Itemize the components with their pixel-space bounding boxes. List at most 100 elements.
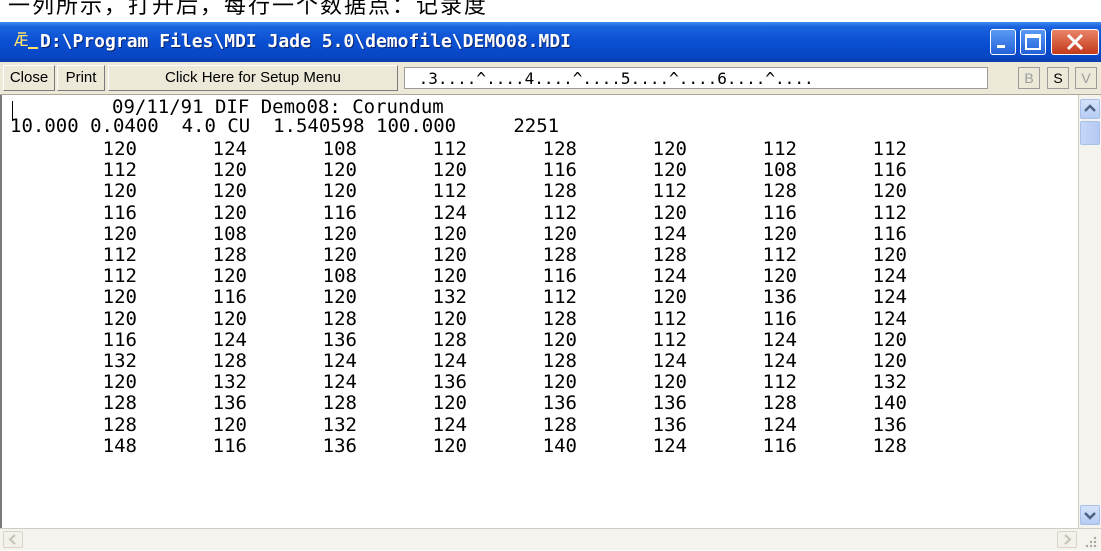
data-cell: 120 — [102, 286, 137, 309]
data-cell: 124 — [212, 138, 247, 160]
data-row: 112 128 120 120 128 128 112 120 — [2, 245, 1002, 266]
data-cell: 120 — [212, 201, 247, 224]
data-cell: 120 — [322, 222, 357, 245]
data-cell: 112 — [762, 138, 797, 160]
data-cell: 112 — [102, 265, 137, 288]
data-cell: 120 — [102, 307, 137, 330]
data-cell: 112 — [542, 201, 577, 224]
scroll-right-arrow-icon — [1064, 534, 1072, 545]
data-cell: 120 — [212, 307, 247, 330]
minimize-button[interactable] — [990, 29, 1016, 55]
data-cell: 116 — [542, 265, 577, 288]
scroll-left-button[interactable] — [3, 531, 23, 548]
data-cell: 112 — [542, 286, 577, 309]
scroll-down-arrow-icon — [1084, 512, 1096, 520]
data-row: 112 120 108 120 116 124 120 124 — [2, 266, 1002, 287]
data-cell: 120 — [102, 138, 137, 160]
data-row: 120 116 120 132 112 120 136 124 — [2, 287, 1002, 308]
data-row: 120 120 120 112 128 112 128 120 — [2, 181, 1002, 202]
data-cell: 120 — [652, 371, 687, 394]
setup-menu-button[interactable]: Click Here for Setup Menu — [108, 65, 398, 91]
horizontal-scrollbar[interactable] — [0, 528, 1101, 550]
data-cell: 112 — [432, 138, 467, 160]
window-title: D:\Program Files\MDI Jade 5.0\demofile\D… — [40, 31, 572, 52]
data-cell: 124 — [212, 328, 247, 351]
data-cell: 120 — [432, 392, 467, 415]
data-cell: 120 — [212, 180, 247, 203]
background-caption-text: 一列所示，打开后，每行一个数据点：记录度 — [8, 0, 489, 19]
data-cell: 120 — [102, 371, 137, 394]
svg-text:Æ: Æ — [14, 32, 29, 50]
data-cell: 136 — [542, 392, 577, 415]
scroll-down-button[interactable] — [1080, 505, 1100, 525]
data-cell: 120 — [652, 159, 687, 182]
data-cell: 128 — [322, 307, 357, 330]
data-cell: 120 — [212, 265, 247, 288]
data-cell: 120 — [652, 286, 687, 309]
data-cell: 120 — [432, 307, 467, 330]
title-bar[interactable]: Æ D:\Program Files\MDI Jade 5.0\demofile… — [0, 22, 1101, 62]
data-cell: 120 — [432, 222, 467, 245]
toolbar: Close Print Click Here for Setup Menu .3… — [0, 62, 1101, 95]
scroll-up-arrow-icon — [1084, 104, 1096, 112]
data-cell: 120 — [872, 350, 907, 372]
data-cell: 116 — [762, 201, 797, 224]
background-caption: 一列所示，打开后，每行一个数据点：记录度 — [0, 0, 1101, 22]
data-cell: 124 — [652, 222, 687, 245]
data-cell: 108 — [322, 265, 357, 288]
data-cell: 112 — [102, 244, 137, 266]
data-cell: 128 — [542, 180, 577, 203]
data-cell: 120 — [432, 159, 467, 182]
file-text-area[interactable]: 09/11/91 DIF Demo08: Corundum 10.000 0.0… — [0, 95, 1078, 528]
mdi-file-window: Æ D:\Program Files\MDI Jade 5.0\demofile… — [0, 22, 1101, 550]
data-cell: 120 — [542, 328, 577, 351]
data-cell: 132 — [872, 371, 907, 394]
close-icon — [1066, 33, 1084, 51]
data-cell: 112 — [432, 180, 467, 203]
data-row: 116 124 136 128 120 112 124 120 — [2, 328, 1002, 351]
vertical-scrollbar[interactable] — [1078, 95, 1101, 528]
scroll-right-button[interactable] — [1057, 531, 1077, 548]
data-cell: 116 — [212, 286, 247, 309]
data-cell: 108 — [212, 222, 247, 245]
data-cell: 128 — [762, 392, 797, 415]
maximize-button[interactable] — [1020, 29, 1046, 55]
minimize-icon — [997, 45, 1005, 48]
data-cell: 124 — [432, 201, 467, 224]
data-cell: 120 — [432, 434, 467, 457]
data-cell: 128 — [542, 350, 577, 372]
data-cell: 116 — [872, 159, 907, 182]
data-cell: 112 — [652, 180, 687, 203]
data-cell: 140 — [872, 392, 907, 415]
s-button[interactable]: S — [1047, 67, 1069, 89]
size-grip-icon[interactable] — [1080, 531, 1098, 549]
data-row: 120 124 108 112 128 120 112 112 — [2, 139, 1002, 160]
data-cell: 124 — [652, 265, 687, 288]
data-row: 120 120 128 120 128 112 116 124 — [2, 307, 1002, 330]
data-cell: 120 — [432, 265, 467, 288]
data-cell: 112 — [762, 371, 797, 394]
data-cell: 128 — [212, 244, 247, 266]
b-button[interactable]: B — [1018, 67, 1040, 89]
data-row: 120 108 120 120 120 124 120 116 — [2, 222, 1002, 245]
data-cell: 112 — [872, 138, 907, 160]
vertical-scroll-thumb[interactable] — [1080, 121, 1100, 145]
data-row: 128 120 132 124 128 136 124 136 — [2, 413, 1002, 436]
scroll-up-button[interactable] — [1080, 99, 1100, 119]
data-cell: 132 — [212, 371, 247, 394]
data-cell: 128 — [542, 244, 577, 266]
data-cell: 120 — [652, 138, 687, 160]
data-cell: 124 — [652, 350, 687, 372]
data-cell: 132 — [322, 413, 357, 436]
data-cell: 112 — [872, 201, 907, 224]
data-cell: 128 — [212, 350, 247, 372]
data-cell: 112 — [652, 307, 687, 330]
data-cell: 136 — [322, 328, 357, 351]
close-window-button[interactable] — [1051, 29, 1099, 55]
close-button[interactable]: Close — [3, 65, 55, 91]
data-cell: 128 — [432, 328, 467, 351]
v-button[interactable]: V — [1075, 67, 1097, 89]
data-cell: 120 — [212, 159, 247, 182]
data-cell: 128 — [872, 434, 907, 457]
print-button[interactable]: Print — [57, 65, 105, 91]
